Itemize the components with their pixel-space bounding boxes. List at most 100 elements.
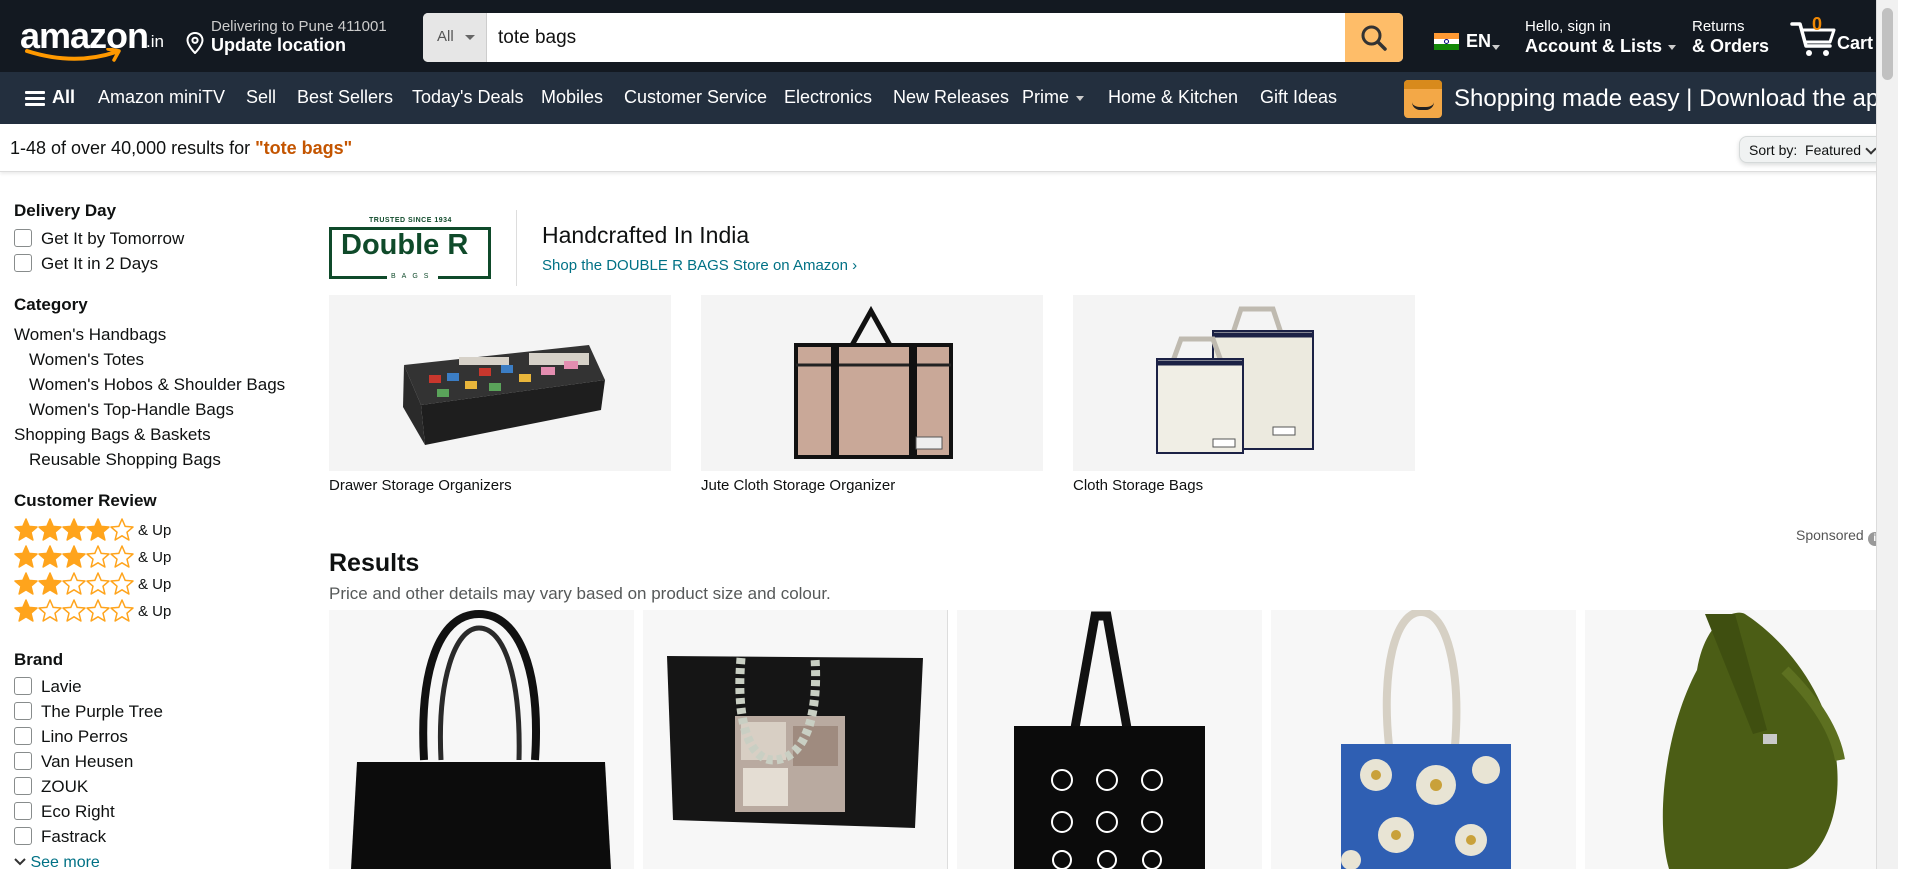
tile-drawer-storage-organizers[interactable] xyxy=(329,295,671,471)
search-category-label: All xyxy=(437,28,454,45)
review-filter-2-stars[interactable]: & Up xyxy=(14,572,214,596)
checkbox[interactable] xyxy=(14,254,32,272)
see-more-label: See more xyxy=(30,854,100,869)
category-womens-top-handle[interactable]: Women's Top-Handle Bags xyxy=(29,400,234,420)
amazon-logo[interactable]: amazon .in xyxy=(20,12,165,62)
nav-all[interactable]: All xyxy=(52,87,75,108)
brand-label: ZOUK xyxy=(41,777,89,796)
tile-caption[interactable]: Jute Cloth Storage Organizer xyxy=(701,477,895,494)
star-rating-icon xyxy=(14,599,134,622)
sort-label: Sort by: xyxy=(1749,142,1798,158)
vertical-scrollbar[interactable] xyxy=(1876,0,1898,869)
cloth-storage-bags-image xyxy=(1156,306,1314,454)
category-womens-totes[interactable]: Women's Totes xyxy=(29,350,144,370)
caret-down-icon xyxy=(1492,45,1500,50)
brand-label: Eco Right xyxy=(41,802,115,821)
tile-caption[interactable]: Drawer Storage Organizers xyxy=(329,477,512,494)
black-canvas-printed-tote-image xyxy=(1014,611,1205,869)
review-filter-1-stars[interactable]: & Up xyxy=(14,599,214,623)
checkbox[interactable] xyxy=(14,752,32,770)
drawer-organizer-image xyxy=(403,345,605,445)
nav-prime[interactable]: Prime xyxy=(1022,87,1085,108)
brand-banner-title: Handcrafted In India xyxy=(542,222,750,248)
sponsored-label[interactable]: Sponsored i xyxy=(1796,527,1882,546)
nav-bar: All Amazon miniTV Sell Best Sellers Toda… xyxy=(0,72,1898,124)
update-location-label: Update location xyxy=(211,35,347,55)
nav-customer-service[interactable]: Customer Service xyxy=(624,87,767,108)
blue-floral-tote-image xyxy=(1341,610,1511,869)
cart-button[interactable]: 0 Cart xyxy=(1790,14,1882,60)
product-card[interactable] xyxy=(329,610,634,869)
nav-new-releases[interactable]: New Releases xyxy=(893,87,1009,108)
returns-orders[interactable]: Returns & Orders xyxy=(1692,18,1769,57)
brand-heading: Brand xyxy=(14,650,64,669)
divider xyxy=(516,210,517,286)
logo-trusted-text: TRUSTED SINCE 1934 xyxy=(369,217,452,224)
search-category-dropdown[interactable]: All xyxy=(423,13,487,62)
search-icon xyxy=(1361,25,1387,51)
filter-label: Get It by Tomorrow xyxy=(41,229,185,248)
see-more-link[interactable]: See more xyxy=(14,854,100,869)
category-womens-handbags[interactable]: Women's Handbags xyxy=(14,325,166,345)
nav-sell[interactable]: Sell xyxy=(246,87,276,108)
checkbox[interactable] xyxy=(14,677,32,695)
tile-cloth-storage-bags[interactable] xyxy=(1073,295,1415,471)
review-up-label: & Up xyxy=(138,549,172,566)
caret-down-icon xyxy=(465,35,475,40)
olive-hobo-bag-image xyxy=(1662,612,1845,869)
checkbox[interactable] xyxy=(14,777,32,795)
nav-home-kitchen[interactable]: Home & Kitchen xyxy=(1108,87,1238,108)
cart-count: 0 xyxy=(1812,14,1823,34)
category-heading: Category xyxy=(14,295,88,314)
filter-label: Get It in 2 Days xyxy=(41,254,159,273)
review-filter-4-stars[interactable]: & Up xyxy=(14,518,214,542)
cart-label: Cart xyxy=(1837,33,1874,53)
brand-label: Fastrack xyxy=(41,827,107,846)
orders-label: & Orders xyxy=(1692,36,1770,56)
nav-electronics[interactable]: Electronics xyxy=(784,87,872,108)
sort-dropdown[interactable]: Sort by: Featured xyxy=(1739,136,1884,163)
product-card[interactable] xyxy=(1271,610,1576,869)
tile-caption[interactable]: Cloth Storage Bags xyxy=(1073,477,1203,494)
tile-jute-cloth-storage-organizer[interactable] xyxy=(701,295,1043,471)
brand-label: The Purple Tree xyxy=(41,702,163,721)
nav-mobiles[interactable]: Mobiles xyxy=(541,87,603,108)
account-lists-label: Account & Lists xyxy=(1525,36,1663,56)
nav-best-sellers[interactable]: Best Sellers xyxy=(297,87,393,108)
customer-review-heading: Customer Review xyxy=(14,491,157,510)
nav-amazon-minitv[interactable]: Amazon miniTV xyxy=(98,87,225,108)
review-up-label: & Up xyxy=(138,603,172,620)
star-rating-icon xyxy=(14,545,134,568)
account-lists[interactable]: Hello, sign in Account & Lists xyxy=(1525,18,1677,57)
nav-todays-deals[interactable]: Today's Deals xyxy=(412,87,524,108)
category-reusable-bags[interactable]: Reusable Shopping Bags xyxy=(29,450,221,470)
double-r-bags-logo[interactable]: TRUSTED SINCE 1934 Double R BAGS xyxy=(329,217,492,281)
nav-prime-label: Prime xyxy=(1022,87,1070,107)
results-count-text: 1-48 of over 40,000 results for xyxy=(10,138,256,158)
category-shopping-bags[interactable]: Shopping Bags & Baskets xyxy=(14,425,211,445)
results-count: 1-48 of over 40,000 results for "tote ba… xyxy=(10,138,352,159)
checkbox[interactable] xyxy=(14,727,32,745)
results-info-bar: 1-48 of over 40,000 results for "tote ba… xyxy=(0,124,1898,172)
product-card[interactable] xyxy=(643,610,948,869)
search-button[interactable] xyxy=(1345,13,1403,62)
checkbox[interactable] xyxy=(14,702,32,720)
hamburger-menu-icon[interactable] xyxy=(25,91,45,107)
scrollbar-thumb[interactable] xyxy=(1882,8,1893,80)
checkbox[interactable] xyxy=(14,802,32,820)
product-card[interactable] xyxy=(1585,610,1890,869)
checkbox[interactable] xyxy=(14,827,32,845)
caret-down-icon xyxy=(1076,95,1085,101)
review-filter-3-stars[interactable]: & Up xyxy=(14,545,214,569)
nav-gift-ideas[interactable]: Gift Ideas xyxy=(1260,87,1337,108)
greeting-label: Hello, sign in xyxy=(1525,18,1611,35)
sort-value: Featured xyxy=(1805,142,1862,158)
star-rating-icon xyxy=(14,518,134,541)
search-input[interactable] xyxy=(498,13,1258,62)
checkbox[interactable] xyxy=(14,229,32,247)
product-card[interactable] xyxy=(957,610,1262,869)
brand-store-link[interactable]: Shop the DOUBLE R BAGS Store on Amazon › xyxy=(542,257,857,274)
review-up-label: & Up xyxy=(138,576,172,593)
india-flag-icon xyxy=(1434,33,1459,50)
category-womens-hobos[interactable]: Women's Hobos & Shoulder Bags xyxy=(29,375,285,395)
